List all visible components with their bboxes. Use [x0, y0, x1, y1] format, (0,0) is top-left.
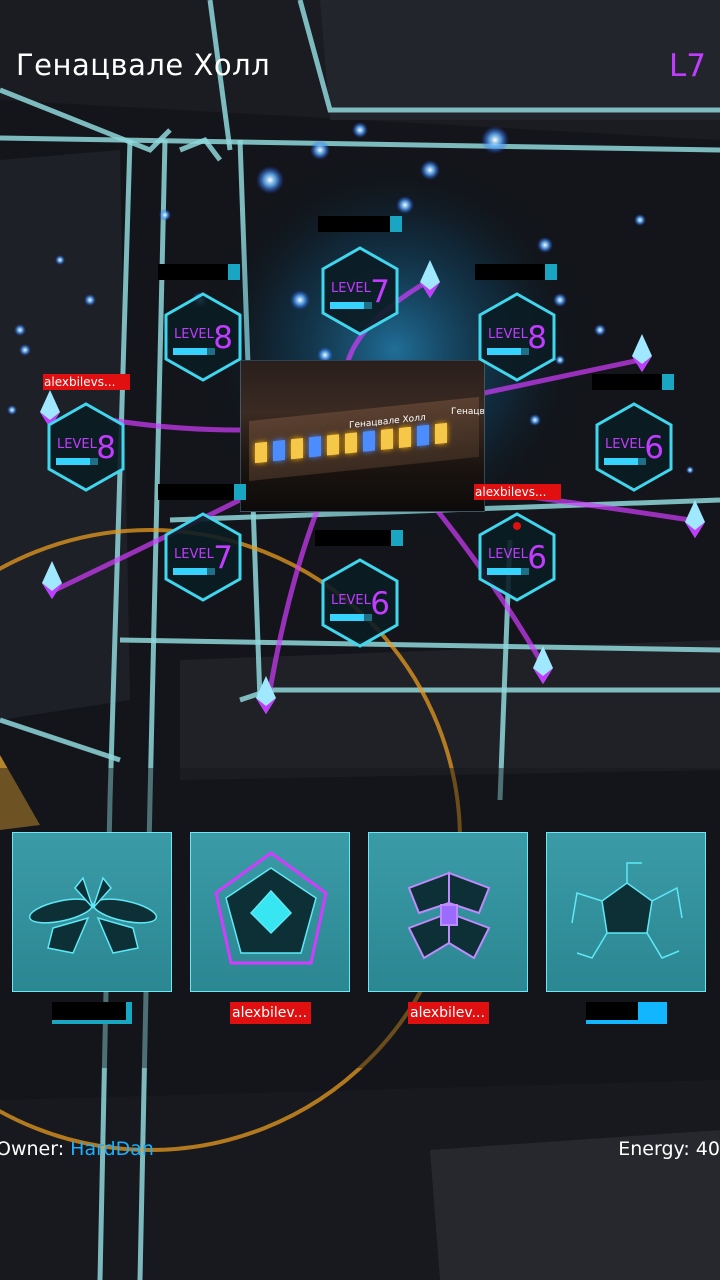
resonator-level-number: 6	[644, 430, 664, 466]
resonator-level-word: LEVEL	[488, 327, 528, 342]
mod-slot-3[interactable]	[368, 832, 528, 992]
mod-slot-2[interactable]	[190, 832, 350, 992]
owner-agent-name[interactable]: HardDan	[70, 1138, 154, 1160]
heat-sink-icon	[28, 876, 158, 954]
resonator-energy-bar	[330, 302, 372, 309]
mod-slot-1[interactable]	[12, 832, 172, 992]
resonator-level-word: LEVEL	[331, 593, 371, 608]
resonator-level-number: 6	[370, 586, 390, 622]
resonator-owner-label: 3	[592, 374, 674, 390]
resonator-owner-label: alexbilevs...	[43, 374, 130, 390]
mod-owner-label	[52, 1002, 132, 1024]
owner-label: Owner:	[0, 1138, 71, 1160]
resonator-slot-w[interactable]: LEVEL 8	[46, 402, 126, 492]
portal-title: Генацвале Холл	[16, 48, 271, 82]
portal-energy: Energy: 40	[618, 1138, 720, 1160]
shield-icon	[214, 851, 328, 965]
resonator-energy-bar	[330, 614, 372, 621]
resonator-slot-se[interactable]: LEVEL 6	[477, 512, 557, 602]
resonator-slot-sw[interactable]: LEVEL 7	[163, 512, 243, 602]
resonator-energy-bar	[173, 348, 215, 355]
resonator-level-word: LEVEL	[174, 547, 214, 562]
mod-owner-label: alexbilev...	[230, 1002, 311, 1024]
multi-hack-icon	[407, 871, 491, 960]
resonator-energy-bar	[173, 568, 215, 575]
resonator-slot-s[interactable]: LEVEL 6	[320, 558, 400, 648]
turret-icon	[571, 862, 683, 959]
resonator-owner-label: 3	[475, 264, 557, 280]
portal-level: L7	[669, 48, 706, 84]
portal-owner: Owner: HardDan	[0, 1138, 154, 1160]
resonator-owner-label: alexbilevs...	[474, 484, 561, 500]
resonator-level-word: LEVEL	[605, 437, 645, 452]
resonator-level-word: LEVEL	[57, 437, 97, 452]
resonator-level-number: 7	[213, 540, 233, 576]
resonator-energy-bar	[487, 348, 529, 355]
resonator-slot-e[interactable]: LEVEL 6	[594, 402, 674, 492]
resonator-level-word: LEVEL	[174, 327, 214, 342]
resonator-energy-bar	[56, 458, 98, 465]
portal-photo[interactable]: Генацвале Холл Генацв	[240, 360, 485, 512]
resonator-slot-n[interactable]: LEVEL 7	[320, 246, 400, 336]
resonator-slot-ne[interactable]: LEVEL 8	[477, 292, 557, 382]
resonator-owner-label: 3	[158, 484, 246, 500]
resonator-level-number: 7	[370, 274, 390, 310]
building-sign-small: Генацв	[451, 407, 485, 417]
resonator-owner-label: 3	[158, 264, 240, 280]
resonator-energy-bar	[487, 568, 529, 575]
resonator-level-word: LEVEL	[488, 547, 528, 562]
mod-slot-4[interactable]	[546, 832, 706, 992]
resonator-slot-nw[interactable]: LEVEL 8	[163, 292, 243, 382]
resonator-energy-bar	[604, 458, 646, 465]
resonator-level-number: 6	[527, 540, 547, 576]
resonator-owner-label	[318, 216, 402, 232]
resonator-level-word: LEVEL	[331, 281, 371, 296]
resonator-owner-label: 3	[315, 530, 403, 546]
resonator-level-number: 8	[213, 320, 233, 356]
resonator-level-number: 8	[96, 430, 116, 466]
mod-owner-label: alexbilev...	[408, 1002, 489, 1024]
resonator-level-number: 8	[527, 320, 547, 356]
mod-owner-label	[586, 1002, 667, 1024]
